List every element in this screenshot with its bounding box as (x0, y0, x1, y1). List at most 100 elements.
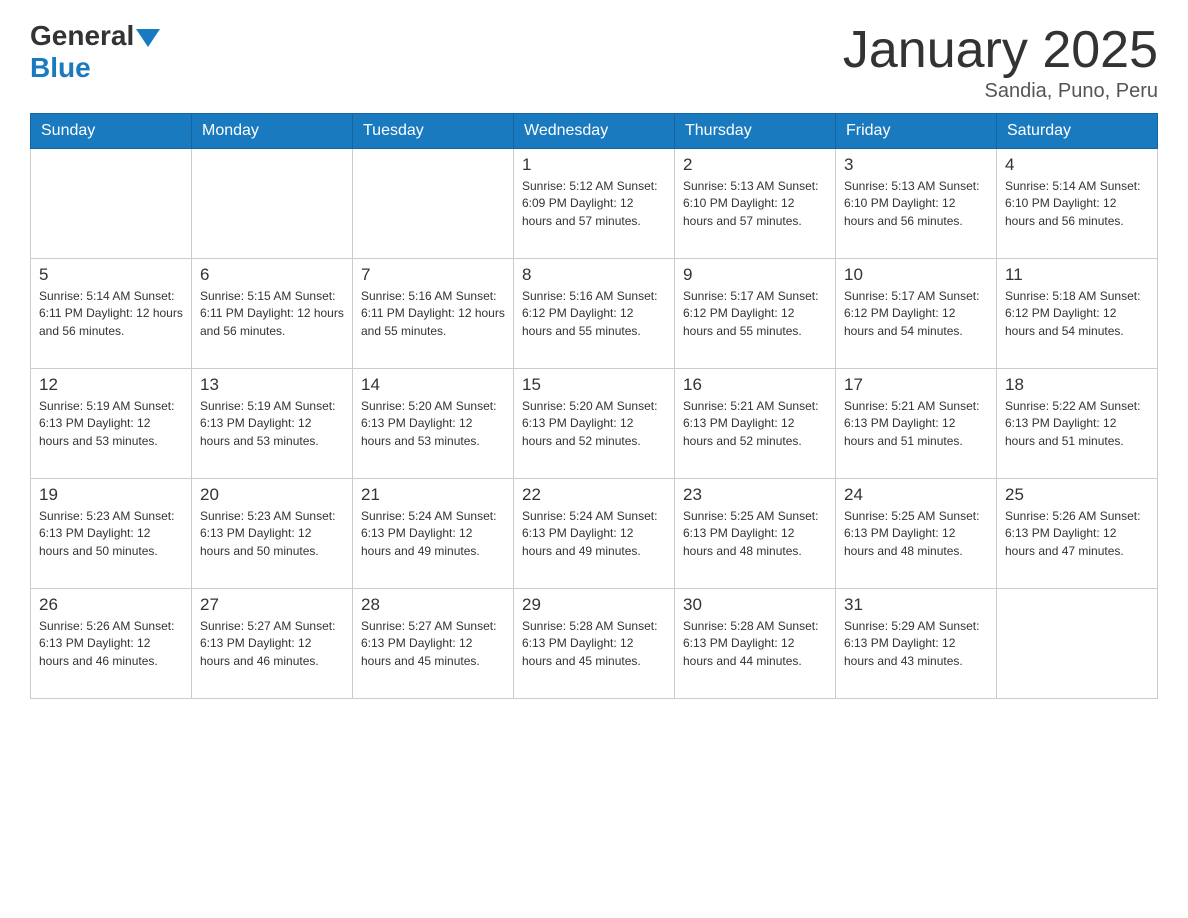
day-number: 21 (361, 485, 505, 505)
day-cell: 30Sunrise: 5:28 AM Sunset: 6:13 PM Dayli… (675, 589, 836, 699)
day-info: Sunrise: 5:15 AM Sunset: 6:11 PM Dayligh… (200, 288, 344, 340)
day-info: Sunrise: 5:19 AM Sunset: 6:13 PM Dayligh… (200, 398, 344, 450)
day-number: 5 (39, 265, 183, 285)
day-cell: 25 Sunrise: 5:26 AM Sunset: 6:13 PM Dayli… (997, 479, 1158, 589)
day-number: 7 (361, 265, 505, 285)
day-number: 15 (522, 375, 666, 395)
day-info: Sunrise: 5:23 AM Sunset: 6:13 PM Dayligh… (200, 508, 344, 560)
day-cell: 28 Sunrise: 5:27 AM Sunset: 6:13 PM Dayli… (353, 589, 514, 699)
day-number: 4 (1005, 155, 1149, 175)
day-cell (353, 149, 514, 259)
day-number: 23 (683, 485, 827, 505)
day-info: Sunrise: 5:17 AM Sunset: 6:12 PM Dayligh… (844, 288, 988, 340)
logo-triangle-icon (136, 29, 160, 47)
calendar-header: SundayMondayTuesdayWednesdayThursdayFrid… (31, 114, 1158, 149)
day-cell: 5 Sunrise: 5:14 AM Sunset: 6:11 PM Daylig… (31, 259, 192, 369)
day-cell: 27 Sunrise: 5:27 AM Sunset: 6:13 PM Dayli… (192, 589, 353, 699)
day-cell: 23 Sunrise: 5:25 AM Sunset: 6:13 PM Dayli… (675, 479, 836, 589)
day-cell: 22 Sunrise: 5:24 AM Sunset: 6:13 PM Dayli… (514, 479, 675, 589)
day-cell: 29 Sunrise: 5:28 AM Sunset: 6:13 PM Dayli… (514, 589, 675, 699)
day-cell: 20 Sunrise: 5:23 AM Sunset: 6:13 PM Dayli… (192, 479, 353, 589)
day-number: 13 (200, 375, 344, 395)
day-number: 27 (200, 595, 344, 615)
day-info: Sunrise: 5:24 AM Sunset: 6:13 PM Dayligh… (361, 508, 505, 560)
day-info: Sunrise: 5:24 AM Sunset: 6:13 PM Dayligh… (522, 508, 666, 560)
day-number: 1 (522, 155, 666, 175)
day-number: 10 (844, 265, 988, 285)
day-info: Sunrise: 5:27 AM Sunset: 6:13 PM Dayligh… (200, 618, 344, 670)
page-header: General Blue January 2025 Sandia, Puno, … (30, 20, 1158, 103)
day-info: Sunrise: 5:28 AM Sunset: 6:13 PM Dayligh… (522, 618, 666, 670)
day-cell: 1 Sunrise: 5:12 AM Sunset: 6:09 PM Daylig… (514, 149, 675, 259)
day-info: Sunrise: 5:25 AM Sunset: 6:13 PM Dayligh… (844, 508, 988, 560)
header-cell-saturday: Saturday (997, 114, 1158, 149)
day-info: Sunrise: 5:13 AM Sunset: 6:10 PM Dayligh… (844, 178, 988, 230)
week-row-4: 26Sunrise: 5:26 AM Sunset: 6:13 PM Dayli… (31, 589, 1158, 699)
day-number: 20 (200, 485, 344, 505)
day-cell: 19 Sunrise: 5:23 AM Sunset: 6:13 PM Dayli… (31, 479, 192, 589)
day-number: 6 (200, 265, 344, 285)
day-cell: 12Sunrise: 5:19 AM Sunset: 6:13 PM Dayli… (31, 369, 192, 479)
day-number: 25 (1005, 485, 1149, 505)
day-cell: 24 Sunrise: 5:25 AM Sunset: 6:13 PM Dayli… (836, 479, 997, 589)
week-row-2: 12Sunrise: 5:19 AM Sunset: 6:13 PM Dayli… (31, 369, 1158, 479)
day-number: 28 (361, 595, 505, 615)
calendar-table: SundayMondayTuesdayWednesdayThursdayFrid… (30, 113, 1158, 699)
day-number: 9 (683, 265, 827, 285)
calendar-title: January 2025 (843, 20, 1158, 80)
day-cell: 26Sunrise: 5:26 AM Sunset: 6:13 PM Dayli… (31, 589, 192, 699)
header-cell-tuesday: Tuesday (353, 114, 514, 149)
calendar-body: 1 Sunrise: 5:12 AM Sunset: 6:09 PM Daylig… (31, 149, 1158, 699)
week-row-0: 1 Sunrise: 5:12 AM Sunset: 6:09 PM Daylig… (31, 149, 1158, 259)
day-cell: 11Sunrise: 5:18 AM Sunset: 6:12 PM Dayli… (997, 259, 1158, 369)
day-cell: 7 Sunrise: 5:16 AM Sunset: 6:11 PM Daylig… (353, 259, 514, 369)
day-info: Sunrise: 5:22 AM Sunset: 6:13 PM Dayligh… (1005, 398, 1149, 450)
day-info: Sunrise: 5:16 AM Sunset: 6:11 PM Dayligh… (361, 288, 505, 340)
day-number: 19 (39, 485, 183, 505)
day-info: Sunrise: 5:20 AM Sunset: 6:13 PM Dayligh… (522, 398, 666, 450)
day-cell: 8Sunrise: 5:16 AM Sunset: 6:12 PM Daylig… (514, 259, 675, 369)
header-cell-friday: Friday (836, 114, 997, 149)
day-info: Sunrise: 5:28 AM Sunset: 6:13 PM Dayligh… (683, 618, 827, 670)
day-info: Sunrise: 5:17 AM Sunset: 6:12 PM Dayligh… (683, 288, 827, 340)
day-number: 31 (844, 595, 988, 615)
logo-general-text: General (30, 20, 134, 52)
day-number: 26 (39, 595, 183, 615)
day-number: 18 (1005, 375, 1149, 395)
header-cell-sunday: Sunday (31, 114, 192, 149)
day-info: Sunrise: 5:13 AM Sunset: 6:10 PM Dayligh… (683, 178, 827, 230)
day-info: Sunrise: 5:20 AM Sunset: 6:13 PM Dayligh… (361, 398, 505, 450)
header-cell-monday: Monday (192, 114, 353, 149)
day-info: Sunrise: 5:14 AM Sunset: 6:11 PM Dayligh… (39, 288, 183, 340)
day-cell: 6 Sunrise: 5:15 AM Sunset: 6:11 PM Daylig… (192, 259, 353, 369)
day-info: Sunrise: 5:25 AM Sunset: 6:13 PM Dayligh… (683, 508, 827, 560)
day-number: 8 (522, 265, 666, 285)
day-info: Sunrise: 5:21 AM Sunset: 6:13 PM Dayligh… (844, 398, 988, 450)
day-info: Sunrise: 5:27 AM Sunset: 6:13 PM Dayligh… (361, 618, 505, 670)
day-info: Sunrise: 5:23 AM Sunset: 6:13 PM Dayligh… (39, 508, 183, 560)
day-cell: 9 Sunrise: 5:17 AM Sunset: 6:12 PM Daylig… (675, 259, 836, 369)
week-row-3: 19 Sunrise: 5:23 AM Sunset: 6:13 PM Dayli… (31, 479, 1158, 589)
header-cell-wednesday: Wednesday (514, 114, 675, 149)
calendar-subtitle: Sandia, Puno, Peru (843, 80, 1158, 103)
logo-blue-text: Blue (30, 52, 91, 83)
header-cell-thursday: Thursday (675, 114, 836, 149)
day-cell: 14Sunrise: 5:20 AM Sunset: 6:13 PM Dayli… (353, 369, 514, 479)
day-number: 22 (522, 485, 666, 505)
title-block: January 2025 Sandia, Puno, Peru (843, 20, 1158, 103)
day-number: 16 (683, 375, 827, 395)
day-cell: 18 Sunrise: 5:22 AM Sunset: 6:13 PM Dayli… (997, 369, 1158, 479)
day-number: 29 (522, 595, 666, 615)
day-info: Sunrise: 5:26 AM Sunset: 6:13 PM Dayligh… (1005, 508, 1149, 560)
day-number: 24 (844, 485, 988, 505)
day-cell: 15 Sunrise: 5:20 AM Sunset: 6:13 PM Dayli… (514, 369, 675, 479)
day-cell: 13 Sunrise: 5:19 AM Sunset: 6:13 PM Dayli… (192, 369, 353, 479)
day-cell: 10 Sunrise: 5:17 AM Sunset: 6:12 PM Dayli… (836, 259, 997, 369)
day-cell: 31 Sunrise: 5:29 AM Sunset: 6:13 PM Dayli… (836, 589, 997, 699)
day-cell: 16Sunrise: 5:21 AM Sunset: 6:13 PM Dayli… (675, 369, 836, 479)
day-info: Sunrise: 5:12 AM Sunset: 6:09 PM Dayligh… (522, 178, 666, 230)
day-info: Sunrise: 5:29 AM Sunset: 6:13 PM Dayligh… (844, 618, 988, 670)
day-cell: 2Sunrise: 5:13 AM Sunset: 6:10 PM Daylig… (675, 149, 836, 259)
day-number: 11 (1005, 265, 1149, 285)
header-row: SundayMondayTuesdayWednesdayThursdayFrid… (31, 114, 1158, 149)
